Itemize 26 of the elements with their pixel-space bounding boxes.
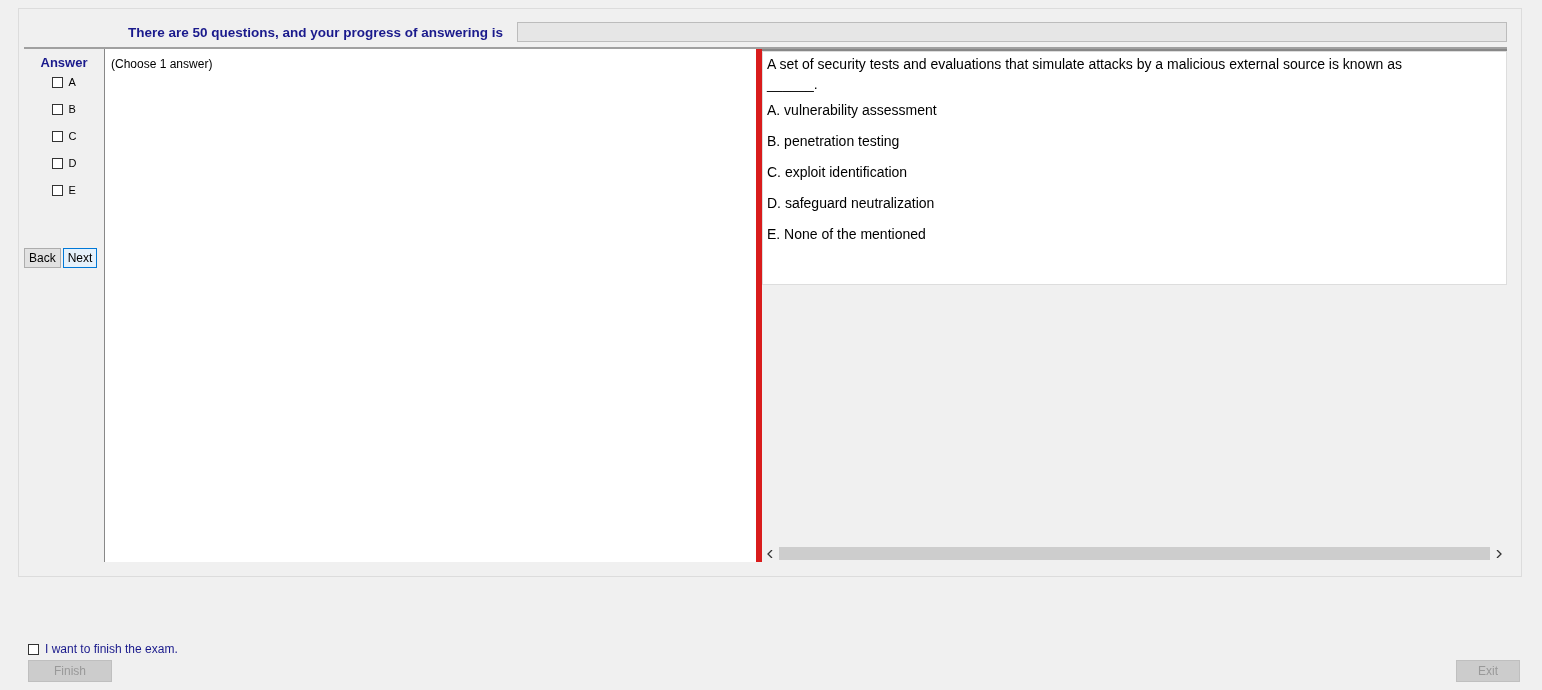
checkbox[interactable]	[28, 643, 39, 655]
scrollbar-thumb[interactable]	[779, 547, 1490, 560]
progress-label: There are 50 questions, and your progress of answering is	[128, 24, 504, 40]
option-label: B	[68, 103, 76, 115]
finish-checkbox-label: I want to finish the exam.	[45, 642, 178, 656]
scroll-left-icon[interactable]	[767, 549, 773, 558]
checkbox[interactable]	[51, 130, 63, 142]
choice-text: A. vulnerability assessment	[767, 102, 938, 118]
choice-text: C. exploit identification	[767, 164, 909, 180]
choice-text: E. None of the mentioned	[767, 226, 927, 242]
option-label: E	[68, 184, 76, 196]
choice-text: B. penetration testing	[767, 133, 901, 149]
checkbox[interactable]	[51, 184, 63, 196]
option-label: C	[68, 130, 77, 142]
scroll-right-icon[interactable]	[1496, 549, 1502, 558]
checkbox[interactable]	[51, 157, 63, 169]
option-label: D	[68, 157, 77, 169]
choice-text: D. safeguard neutralization	[767, 195, 936, 211]
answer-title: Answer	[40, 55, 88, 70]
next-button[interactable]: Next	[62, 248, 98, 268]
checkbox[interactable]	[51, 103, 63, 115]
checkbox[interactable]	[51, 76, 63, 88]
option-label: A	[68, 76, 76, 88]
instruction-text: (Choose 1 answer)	[111, 57, 213, 71]
question-text: A set of security tests and evaluations that simulate attacks by a malicious external source is known as ______.	[767, 55, 1403, 94]
back-button[interactable]: Back	[24, 248, 61, 268]
